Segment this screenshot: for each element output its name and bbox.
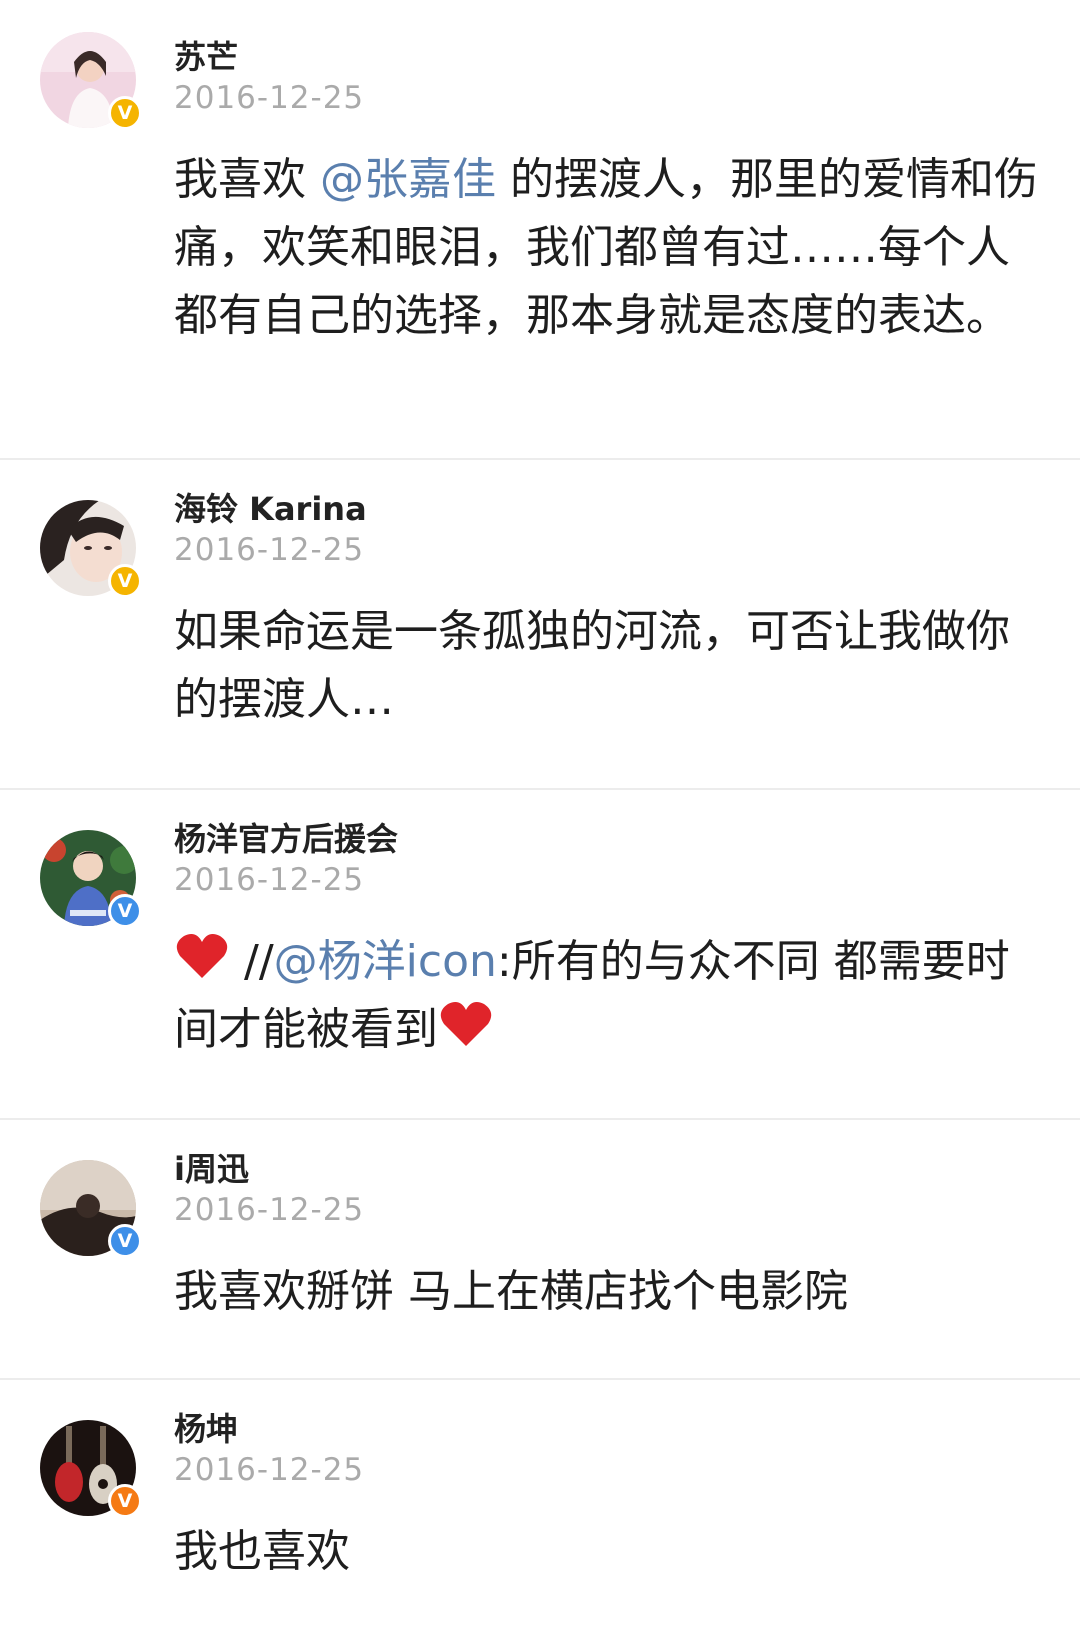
comment-text: 我喜欢 @张嘉佳 的摆渡人，那里的爱情和伤痛，欢笑和眼泪，我们都曾有过……每个人… [174,146,1044,350]
post-date: 2016-12-25 [174,80,365,116]
verified-badge-icon: V [108,894,142,928]
verified-badge-icon: V [108,96,142,130]
comment-text: //@杨洋icon:所有的与众不同 都需要时间才能被看到 [174,928,1044,1064]
comment-item: V 杨洋官方后援会 2016-12-25 //@杨洋icon:所有的与众不同 都… [0,790,1080,1120]
username[interactable]: 苏芒 [174,32,238,78]
verified-badge-icon: V [108,1224,142,1258]
comment-item: V 苏芒 2016-12-25 我喜欢 @张嘉佳 的摆渡人，那里的爱情和伤痛，欢… [0,0,1080,460]
post-date: 2016-12-25 [174,862,365,898]
comment-item: V 海铃 Karina 2016-12-25 如果命运是一条孤独的河流，可否让我… [0,460,1080,790]
red-heart-icon [440,1002,492,1046]
post-date: 2016-12-25 [174,1192,365,1228]
mention-link[interactable]: @张嘉佳 [320,154,496,205]
mention-link[interactable]: @杨洋icon [274,936,497,987]
avatar[interactable]: V [40,32,142,130]
avatar[interactable]: V [40,830,142,928]
post-date: 2016-12-25 [174,532,365,568]
username[interactable]: 海铃 Karina [174,484,367,530]
comment-text: 我也喜欢 [174,1526,350,1577]
verified-badge-icon: V [108,1484,142,1518]
comment-feed: V 苏芒 2016-12-25 我喜欢 @张嘉佳 的摆渡人，那里的爱情和伤痛，欢… [0,0,1080,1640]
username[interactable]: 杨洋官方后援会 [174,814,398,860]
comment-text: 我喜欢掰饼 马上在横店找个电影院 [174,1266,848,1317]
comment-item: V 杨坤 2016-12-25 我也喜欢 [0,1380,1080,1640]
comment-item: V i周迅 2016-12-25 我喜欢掰饼 马上在横店找个电影院 [0,1120,1080,1380]
avatar[interactable]: V [40,500,142,598]
comment-text-part: 我喜欢 [174,154,320,205]
avatar[interactable]: V [40,1160,142,1258]
repost-prefix: // [244,936,274,987]
avatar[interactable]: V [40,1420,142,1518]
red-heart-icon [176,934,228,978]
post-date: 2016-12-25 [174,1452,365,1488]
username[interactable]: 杨坤 [174,1404,238,1450]
comment-text: 如果命运是一条孤独的河流，可否让我做你的摆渡人… [174,606,1010,725]
verified-badge-icon: V [108,564,142,598]
username[interactable]: i周迅 [174,1144,249,1190]
